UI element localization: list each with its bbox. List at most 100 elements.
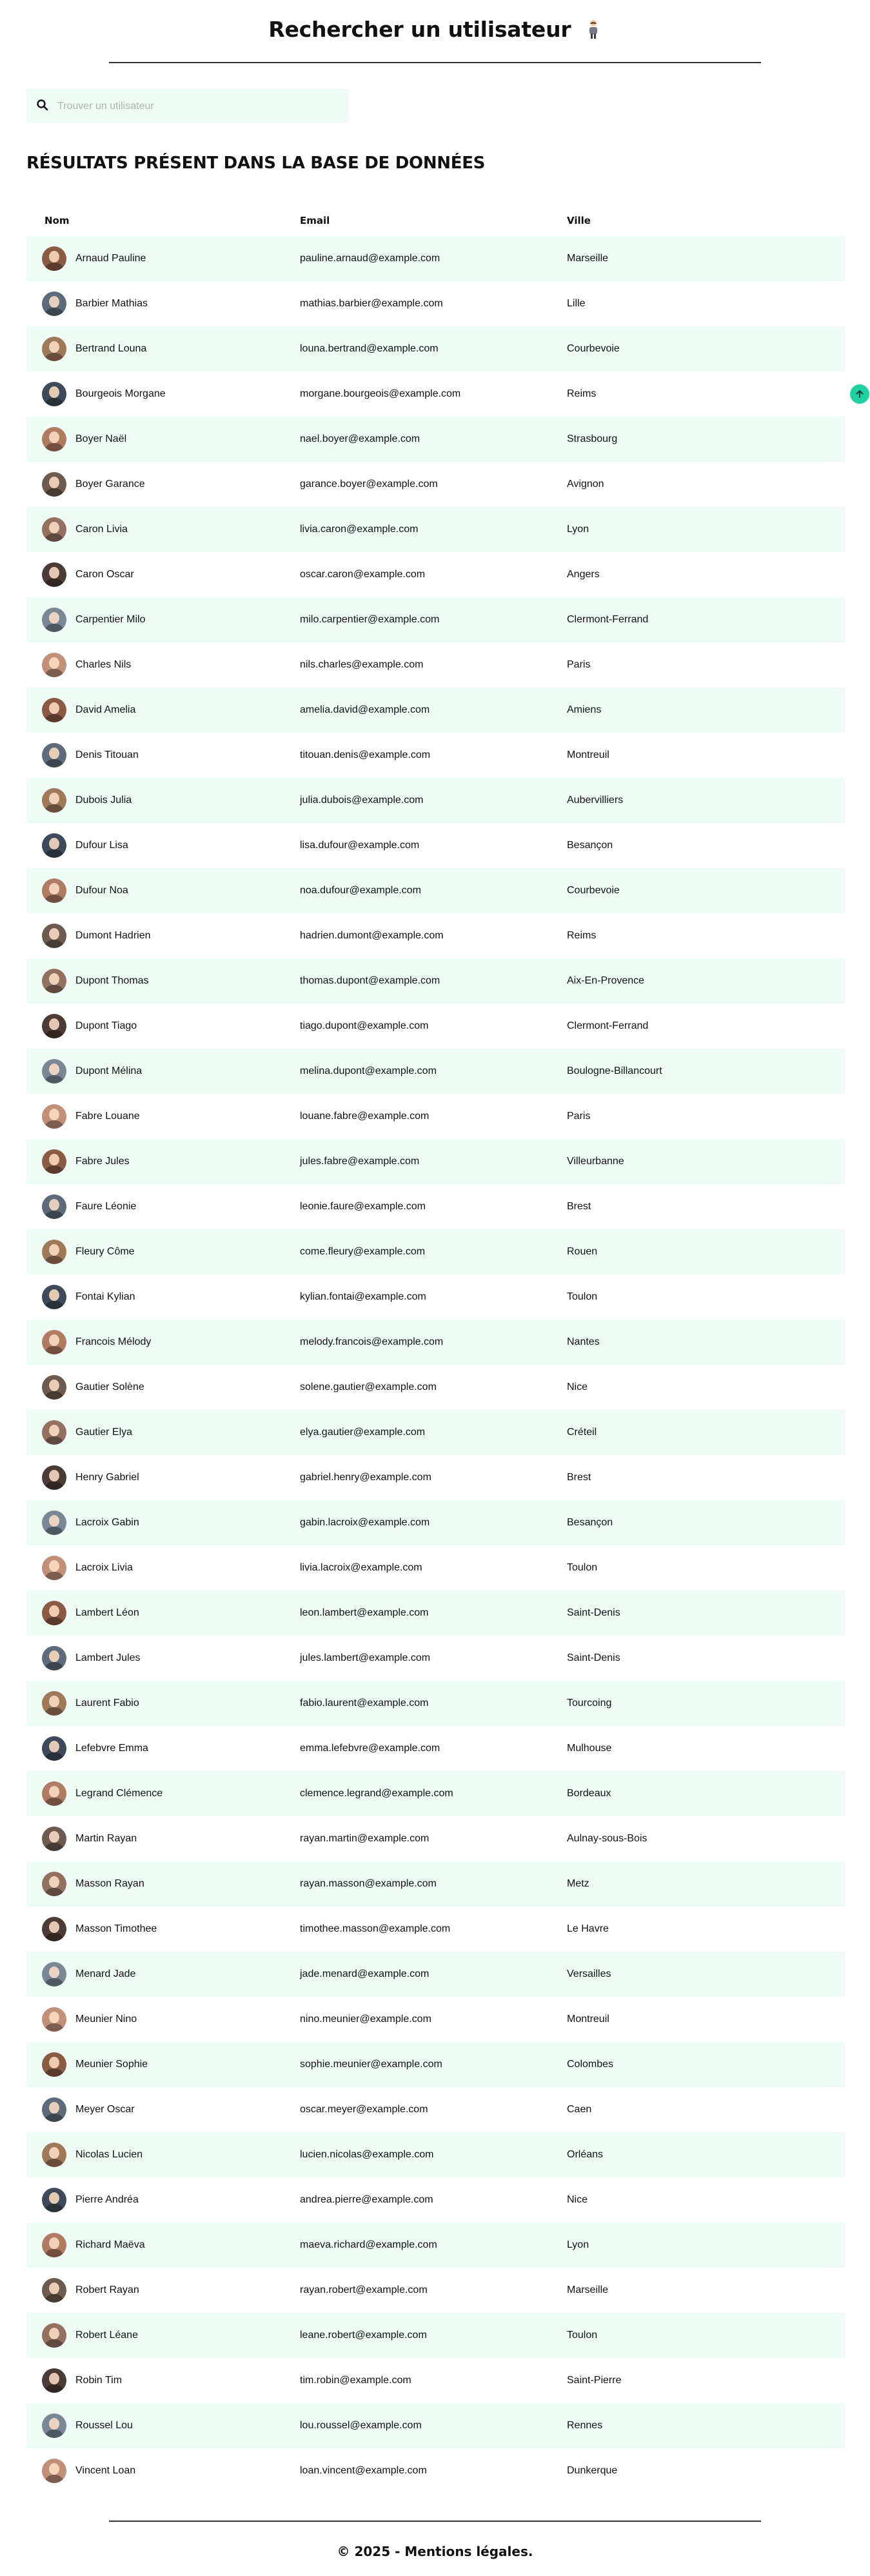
user-name: Fabre Jules — [75, 1156, 130, 1167]
cell-name: Dupont Tiago — [26, 1014, 293, 1038]
table-row: Dufour Noa noa.dufour@example.com Courbevo… — [26, 868, 845, 913]
user-name: Meyer Oscar — [75, 2104, 135, 2115]
user-name: Nicolas Lucien — [75, 2149, 143, 2160]
cell-email: jules.fabre@example.com — [300, 1156, 420, 1167]
page-title: Rechercher un utilisateur — [0, 17, 870, 42]
cell-name: Lacroix Livia — [26, 1556, 293, 1580]
avatar — [42, 1962, 66, 1986]
cell-name: Barbier Mathias — [26, 292, 293, 316]
table-row: Gautier Solène solene.gautier@example.com… — [26, 1365, 845, 1410]
avatar — [42, 924, 66, 948]
user-name: Fleury Côme — [75, 1246, 135, 1257]
cell-email: leon.lambert@example.com — [300, 1607, 429, 1618]
cell-email: maeva.richard@example.com — [300, 2239, 437, 2250]
cell-email: rayan.robert@example.com — [300, 2284, 428, 2295]
cell-name: Nicolas Lucien — [26, 2143, 293, 2167]
user-name: Barbier Mathias — [75, 298, 148, 309]
table-row: Dufour Lisa lisa.dufour@example.com Besanç… — [26, 823, 845, 868]
column-header-name: Nom — [44, 215, 70, 226]
cell-city: Versailles — [567, 1968, 611, 1979]
scroll-top-button[interactable] — [850, 384, 869, 404]
table-row: Legrand Clémence clemence.legrand@example… — [26, 1771, 845, 1816]
avatar — [42, 1781, 66, 1806]
user-name: Arnaud Pauline — [75, 253, 146, 264]
footer-text: © 2025 - Mentions légales. — [337, 2544, 533, 2559]
table-row: Arnaud Pauline pauline.arnaud@example.com… — [26, 236, 845, 281]
table-row: Robert Rayan rayan.robert@example.com Mars… — [26, 2268, 845, 2313]
cell-email: oscar.caron@example.com — [300, 569, 426, 580]
avatar — [42, 1375, 66, 1400]
user-name: Richard Maëva — [75, 2239, 145, 2250]
avatar — [42, 2368, 66, 2393]
cell-city: Saint-Denis — [567, 1652, 620, 1663]
cell-name: Laurent Fabio — [26, 1691, 293, 1716]
table-header: Nom Email Ville — [26, 205, 845, 236]
cell-name: Lambert Jules — [26, 1646, 293, 1670]
table-row: Denis Titouan titouan.denis@example.com Mo… — [26, 733, 845, 778]
cell-name: Gautier Elya — [26, 1420, 293, 1445]
cell-name: Bertrand Louna — [26, 337, 293, 361]
user-name: Dupont Mélina — [75, 1065, 143, 1076]
user-name: Lefebvre Emma — [75, 1743, 148, 1754]
cell-city: Marseille — [567, 2284, 609, 2295]
cell-city: Boulogne-Billancourt — [567, 1065, 662, 1076]
avatar — [42, 788, 66, 813]
cell-city: Brest — [567, 1472, 591, 1483]
cell-email: noa.dufour@example.com — [300, 885, 421, 896]
table-row: Barbier Mathias mathias.barbier@example.c… — [26, 281, 845, 326]
table-row: Laurent Fabio fabio.laurent@example.com To… — [26, 1681, 845, 1726]
table-row: Martin Rayan rayan.martin@example.com Auln… — [26, 1816, 845, 1861]
table-row: Meunier Sophie sophie.meunier@example.com… — [26, 2042, 845, 2087]
user-name: Charles Nils — [75, 659, 132, 670]
cell-name: Richard Maëva — [26, 2233, 293, 2257]
user-name: Robert Léane — [75, 2330, 138, 2341]
cell-email: leane.robert@example.com — [300, 2330, 427, 2341]
cell-name: Lacroix Gabin — [26, 1511, 293, 1535]
cell-city: Clermont-Ferrand — [567, 614, 649, 625]
avatar — [42, 1194, 66, 1219]
cell-city: Aulnay-sous-Bois — [567, 1833, 648, 1844]
cell-city: Lyon — [567, 524, 589, 535]
user-name: Dupont Thomas — [75, 975, 149, 986]
table-row: Lacroix Livia livia.lacroix@example.com To… — [26, 1545, 845, 1590]
table-row: Caron Livia livia.caron@example.com Lyon — [26, 507, 845, 552]
cell-city: Villeurbanne — [567, 1156, 624, 1167]
cell-city: Metz — [567, 1878, 589, 1889]
table-row: Fabre Louane louane.fabre@example.com Pari… — [26, 1094, 845, 1139]
user-name: Fontai Kylian — [75, 1291, 135, 1302]
cell-city: Nice — [567, 2194, 588, 2205]
column-header-email: Email — [300, 215, 330, 226]
table-row: Masson Rayan rayan.masson@example.com Metz — [26, 1861, 845, 1907]
cell-email: pauline.arnaud@example.com — [300, 253, 440, 264]
avatar — [42, 382, 66, 406]
avatar — [42, 1285, 66, 1309]
user-name: Dubois Julia — [75, 795, 132, 806]
user-name: Menard Jade — [75, 1968, 136, 1979]
cell-name: Boyer Garance — [26, 472, 293, 497]
avatar — [42, 2278, 66, 2303]
cell-city: Courbevoie — [567, 885, 620, 896]
search-input[interactable] — [56, 89, 342, 124]
table-row: David Amelia amelia.david@example.com Amie… — [26, 688, 845, 733]
cell-email: leonie.faure@example.com — [300, 1201, 426, 1212]
cell-city: Besançon — [567, 1517, 613, 1528]
arrow-up-icon — [856, 390, 864, 398]
cell-email: titouan.denis@example.com — [300, 749, 431, 760]
cell-city: Angers — [567, 569, 600, 580]
cell-name: Bourgeois Morgane — [26, 382, 293, 406]
user-name: Legrand Clémence — [75, 1788, 163, 1799]
cell-name: Henry Gabriel — [26, 1465, 293, 1490]
table-row: Robert Léane leane.robert@example.com Toul… — [26, 2313, 845, 2358]
table-row: Francois Mélody melody.francois@example.c… — [26, 1320, 845, 1365]
cell-city: Toulon — [567, 1562, 598, 1573]
avatar — [42, 878, 66, 903]
cell-city: Courbevoie — [567, 343, 620, 354]
cell-name: Masson Rayan — [26, 1872, 293, 1896]
cell-city: Reims — [567, 930, 597, 941]
cell-city: Aubervilliers — [567, 795, 624, 806]
table-body: Arnaud Pauline pauline.arnaud@example.com… — [26, 236, 845, 2493]
table-row: Nicolas Lucien lucien.nicolas@example.com… — [26, 2132, 845, 2177]
cell-email: tiago.dupont@example.com — [300, 1020, 429, 1031]
cell-city: Avignon — [567, 479, 604, 490]
avatar — [42, 653, 66, 677]
